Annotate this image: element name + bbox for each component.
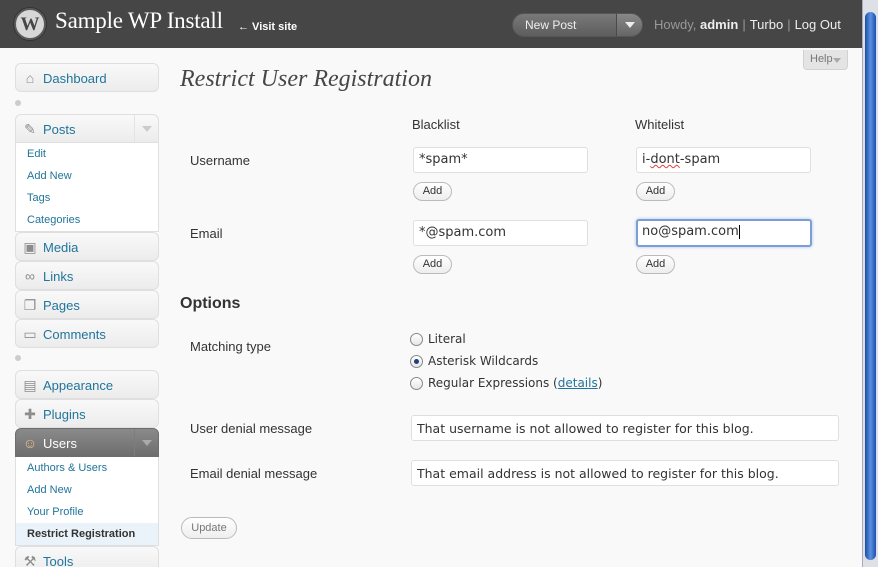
menu-users[interactable]: ☺ Users	[15, 428, 159, 457]
blacklist-header: Blacklist	[412, 117, 460, 132]
email-label: Email	[190, 226, 223, 241]
add-email-blacklist-button[interactable]: Add	[413, 255, 452, 274]
radio-regular-expressions[interactable]	[410, 377, 423, 390]
menu-separator	[15, 100, 159, 106]
posts-submenu: Edit Add New Tags Categories	[15, 143, 159, 232]
menu-links[interactable]: ∞ Links	[15, 261, 159, 290]
misspelled-word: dont	[650, 152, 680, 167]
radio-regex-label: Regular Expressions (details)	[428, 376, 603, 390]
tools-icon: ⚒	[23, 553, 37, 567]
menu-plugins-label: Plugins	[43, 407, 86, 422]
menu-pages-label: Pages	[43, 298, 80, 313]
add-username-whitelist-button[interactable]: Add	[636, 182, 675, 201]
matching-type-label: Matching type	[190, 339, 271, 354]
email-whitelist-input[interactable]: no@spam.com	[636, 219, 812, 247]
submenu-categories[interactable]: Categories	[16, 209, 158, 231]
dashboard-icon: ⌂	[25, 70, 35, 86]
submenu-tags[interactable]: Tags	[16, 187, 158, 209]
appearance-icon: ▤	[23, 377, 37, 393]
users-submenu: Authors & Users Add New Your Profile Res…	[15, 457, 159, 546]
text-cursor	[738, 224, 740, 239]
comment-icon: ▭	[23, 326, 37, 342]
menu-media-label: Media	[43, 240, 79, 255]
menu-comments[interactable]: ▭ Comments	[15, 319, 159, 348]
page-title: Restrict User Registration	[180, 66, 432, 92]
users-icon: ☺	[22, 435, 38, 451]
visit-site-link[interactable]: ← Visit site	[238, 21, 297, 33]
add-username-blacklist-button[interactable]: Add	[413, 182, 452, 201]
vertical-scrollbar[interactable]	[862, 0, 878, 567]
posts-toggle-icon[interactable]	[134, 115, 158, 142]
menu-tools[interactable]: ⚒ Tools	[15, 546, 159, 567]
update-button[interactable]: Update	[181, 517, 237, 539]
options-heading: Options	[180, 295, 241, 312]
email-blacklist-input[interactable]: *@spam.com	[413, 220, 588, 246]
menu-pages[interactable]: ❐ Pages	[15, 290, 159, 319]
pages-icon: ❐	[23, 297, 37, 313]
whitelist-header: Whitelist	[635, 117, 685, 132]
menu-dashboard[interactable]: ⌂ Dashboard	[15, 63, 159, 92]
submenu-edit[interactable]: Edit	[16, 143, 158, 165]
user-info: Howdy, admin | Turbo | Log Out	[654, 17, 841, 32]
email-denial-input[interactable]: That email address is not allowed to reg…	[411, 460, 839, 486]
email-denial-label: Email denial message	[190, 466, 318, 481]
submenu-your-profile[interactable]: Your Profile	[16, 501, 158, 523]
username-whitelist-input[interactable]: i-dont-spam	[636, 147, 811, 173]
pushpin-icon: ✎	[24, 121, 36, 137]
logout-link[interactable]: Log Out	[795, 17, 841, 32]
user-denial-input[interactable]: That username is not allowed to register…	[411, 415, 839, 441]
submenu-restrict-registration[interactable]: Restrict Registration	[16, 523, 158, 545]
submenu-add-new-user[interactable]: Add New	[16, 479, 158, 501]
new-post-button[interactable]: New Post	[525, 18, 576, 32]
help-label: Help	[810, 53, 833, 65]
user-denial-label: User denial message	[190, 421, 313, 436]
details-link[interactable]: details	[558, 376, 598, 390]
link-icon: ∞	[25, 268, 35, 284]
menu-appearance[interactable]: ▤ Appearance	[15, 370, 159, 399]
howdy-text: Howdy,	[654, 17, 697, 32]
menu-users-label: Users	[43, 436, 77, 451]
site-title[interactable]: Sample WP Install	[55, 8, 223, 34]
turbo-link[interactable]: Turbo	[750, 17, 783, 32]
media-icon: ▣	[23, 239, 37, 255]
menu-appearance-label: Appearance	[43, 378, 114, 393]
menu-dashboard-label: Dashboard	[43, 71, 107, 86]
menu-posts[interactable]: ✎ Posts	[15, 114, 159, 143]
users-toggle-icon[interactable]	[134, 429, 158, 456]
menu-separator	[15, 355, 159, 361]
submenu-authors-users[interactable]: Authors & Users	[16, 457, 158, 479]
plugin-icon: ✚	[24, 406, 36, 422]
add-email-whitelist-button[interactable]: Add	[636, 255, 675, 274]
menu-media[interactable]: ▣ Media	[15, 232, 159, 261]
favorite-actions-dropdown[interactable]: New Post	[512, 13, 643, 37]
wordpress-logo-icon	[14, 8, 46, 40]
submenu-add-new-post[interactable]: Add New	[16, 165, 158, 187]
radio-asterisk-wildcards-label: Asterisk Wildcards	[428, 354, 539, 368]
menu-comments-label: Comments	[43, 327, 106, 342]
scrollbar-thumb[interactable]	[865, 12, 876, 560]
admin-header: Sample WP Install ← Visit site New Post …	[0, 0, 862, 48]
menu-links-label: Links	[43, 269, 74, 284]
menu-tools-label: Tools	[43, 554, 74, 567]
menu-plugins[interactable]: ✚ Plugins	[15, 399, 159, 428]
help-tab[interactable]: Help	[803, 50, 848, 70]
chevron-down-icon[interactable]	[616, 14, 642, 36]
menu-posts-label: Posts	[43, 122, 76, 137]
radio-asterisk-wildcards[interactable]	[410, 355, 423, 368]
username-label: Username	[190, 153, 250, 168]
username-blacklist-input[interactable]: *spam*	[413, 147, 588, 173]
radio-literal-label: Literal	[428, 332, 466, 346]
radio-literal[interactable]	[410, 333, 423, 346]
username-link[interactable]: admin	[700, 17, 738, 32]
